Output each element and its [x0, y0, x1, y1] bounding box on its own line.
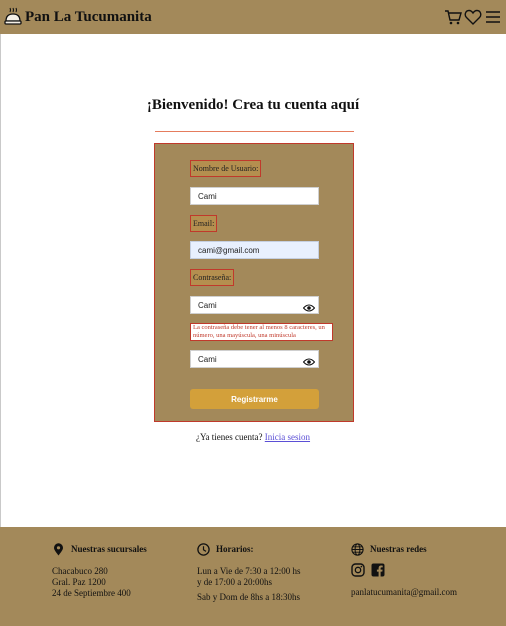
social-title: Nuestras redes [370, 544, 427, 554]
username-input[interactable] [190, 187, 319, 205]
page-title: ¡Bienvenido! Crea tu cuenta aquí [146, 97, 360, 113]
weekday-hours: y de 17:00 a 20:00hs [197, 577, 272, 587]
email-input[interactable] [190, 241, 319, 259]
navbar: Pan La Tucumanita [0, 0, 506, 34]
bread-logo-icon [4, 7, 22, 27]
weekday-hours: Lun a Vie de 7:30 a 12:00 hs [197, 566, 301, 576]
branch-line: Gral. Paz 1200 [52, 577, 106, 587]
cart-icon[interactable] [444, 8, 462, 26]
heart-icon[interactable] [464, 8, 482, 26]
confirm-password-input[interactable] [190, 350, 319, 368]
footer: Nuestras sucursales Chacabuco 280 Gral. … [0, 527, 506, 626]
login-link[interactable]: Inicia sesion [265, 432, 310, 442]
footer-hours: Horarios: Lun a Vie de 7:30 a 12:00 hs y… [197, 541, 301, 603]
nav-icons [442, 8, 502, 26]
branches-title: Nuestras sucursales [71, 544, 147, 554]
social-heading: Nuestras redes [351, 541, 457, 557]
brand-name: Pan La Tucumanita [25, 8, 152, 25]
brand[interactable]: Pan La Tucumanita [4, 5, 152, 29]
hours-title: Horarios: [216, 544, 254, 554]
password-input[interactable] [190, 296, 319, 314]
menu-icon[interactable] [484, 8, 502, 26]
login-prompt: ¿Ya tienes cuenta? Inicia sesion [0, 432, 506, 442]
password-error-message: La contraseña debe tener al menos 8 cara… [190, 323, 333, 341]
eye-icon[interactable] [302, 354, 316, 366]
facebook-icon[interactable] [371, 563, 385, 577]
instagram-icon[interactable] [351, 563, 365, 577]
eye-icon[interactable] [302, 300, 316, 312]
weekend-hours: Sab y Dom de 8hs a 18:30hs [197, 592, 300, 602]
username-label: Nombre de Usuario: [190, 160, 262, 177]
branch-line: 24 de Septiembre 400 [52, 588, 131, 598]
clock-icon [197, 542, 210, 556]
location-pin-icon [52, 542, 65, 556]
password-label: Contraseña: [190, 269, 235, 286]
login-prompt-text: ¿Ya tienes cuenta? [195, 432, 263, 442]
globe-icon [351, 542, 364, 556]
branches-heading: Nuestras sucursales [52, 541, 147, 557]
footer-branches: Nuestras sucursales Chacabuco 280 Gral. … [52, 541, 147, 599]
contact-email[interactable]: panlatucumanita@gmail.com [351, 587, 457, 598]
register-button[interactable]: Registrarme [190, 389, 319, 409]
social-icons [351, 563, 457, 577]
hours-heading: Horarios: [197, 541, 301, 557]
branch-line: Chacabuco 280 [52, 566, 108, 576]
signup-form: Nombre de Usuario: Email: Contraseña: La… [154, 143, 354, 422]
footer-social: Nuestras redes panlatucumanita@gmail.com [351, 541, 457, 598]
title-divider [155, 131, 354, 132]
email-label: Email: [190, 215, 218, 232]
